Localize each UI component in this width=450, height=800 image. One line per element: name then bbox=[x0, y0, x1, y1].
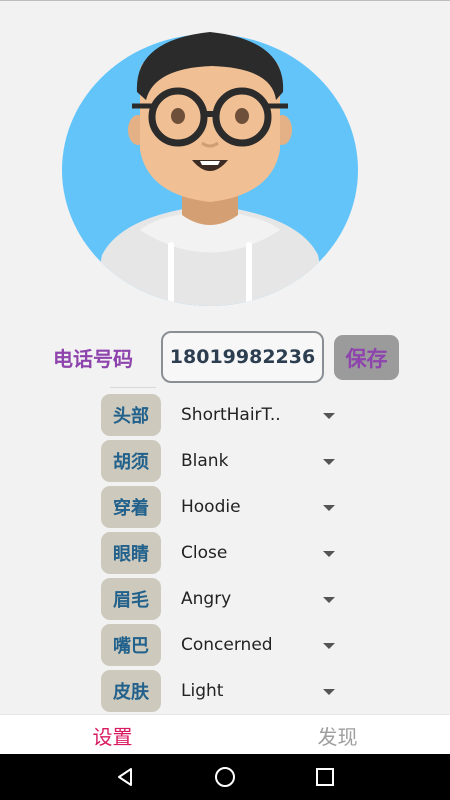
attribute-value: Angry bbox=[181, 589, 232, 609]
phone-row: 电话号码 保存 bbox=[0, 331, 450, 383]
tab-settings-label: 设置 bbox=[92, 724, 133, 749]
top-divider bbox=[0, 0, 450, 1]
attribute-divider bbox=[110, 387, 156, 388]
attribute-select-eyebrows[interactable]: Angry bbox=[170, 580, 342, 618]
home-icon[interactable] bbox=[210, 762, 240, 792]
dropdown-arrow-icon bbox=[323, 413, 335, 419]
attribute-value: Hoodie bbox=[181, 497, 241, 517]
attribute-row-skin: 皮肤 Light bbox=[0, 668, 450, 714]
attribute-key: 胡须 bbox=[101, 440, 161, 482]
dropdown-arrow-icon bbox=[323, 597, 335, 603]
tab-discover-label: 发现 bbox=[317, 724, 358, 749]
bottom-tab-bar: 设置 发现 bbox=[0, 714, 450, 754]
attribute-value: Concerned bbox=[181, 635, 273, 655]
attribute-row-eyes: 眼睛 Close bbox=[0, 530, 450, 576]
attribute-key: 嘴巴 bbox=[101, 624, 161, 666]
attribute-select-eyes[interactable]: Close bbox=[170, 534, 342, 572]
attribute-row-clothes: 穿着 Hoodie bbox=[0, 484, 450, 530]
attribute-key: 穿着 bbox=[101, 486, 161, 528]
attribute-key: 眼睛 bbox=[101, 532, 161, 574]
tab-settings[interactable]: 设置 bbox=[0, 715, 225, 755]
attribute-value: Close bbox=[181, 543, 228, 563]
attribute-value: ShortHairT.. bbox=[181, 405, 281, 425]
phone-label: 电话号码 bbox=[53, 347, 133, 371]
system-navigation-bar bbox=[0, 754, 450, 800]
avatar bbox=[62, 30, 358, 306]
back-icon[interactable] bbox=[110, 762, 140, 792]
attribute-select-beard[interactable]: Blank bbox=[170, 442, 342, 480]
attribute-list: 头部 ShortHairT.. 胡须 Blank 穿着 Hoodie 眼睛 Cl… bbox=[0, 392, 450, 714]
attribute-select-skin[interactable]: Light bbox=[170, 672, 342, 710]
dropdown-arrow-icon bbox=[323, 459, 335, 465]
attribute-row-head: 头部 ShortHairT.. bbox=[0, 392, 450, 438]
attribute-row-eyebrows: 眉毛 Angry bbox=[0, 576, 450, 622]
phone-number-input[interactable] bbox=[161, 331, 324, 383]
attribute-row-beard: 胡须 Blank bbox=[0, 438, 450, 484]
dropdown-arrow-icon bbox=[323, 551, 335, 557]
tab-discover[interactable]: 发现 bbox=[225, 715, 450, 755]
attribute-key: 头部 bbox=[101, 394, 161, 436]
dropdown-arrow-icon bbox=[323, 643, 335, 649]
recents-icon[interactable] bbox=[310, 762, 340, 792]
save-button[interactable]: 保存 bbox=[334, 335, 399, 380]
attribute-value: Blank bbox=[181, 451, 229, 471]
attribute-select-clothes[interactable]: Hoodie bbox=[170, 488, 342, 526]
attribute-select-head[interactable]: ShortHairT.. bbox=[170, 396, 342, 434]
attribute-select-mouth[interactable]: Concerned bbox=[170, 626, 342, 664]
attribute-key: 皮肤 bbox=[101, 670, 161, 712]
dropdown-arrow-icon bbox=[323, 505, 335, 511]
avatar-face-icon bbox=[62, 32, 358, 306]
attribute-row-mouth: 嘴巴 Concerned bbox=[0, 622, 450, 668]
attribute-value: Light bbox=[181, 681, 224, 701]
attribute-key: 眉毛 bbox=[101, 578, 161, 620]
dropdown-arrow-icon bbox=[323, 689, 335, 695]
